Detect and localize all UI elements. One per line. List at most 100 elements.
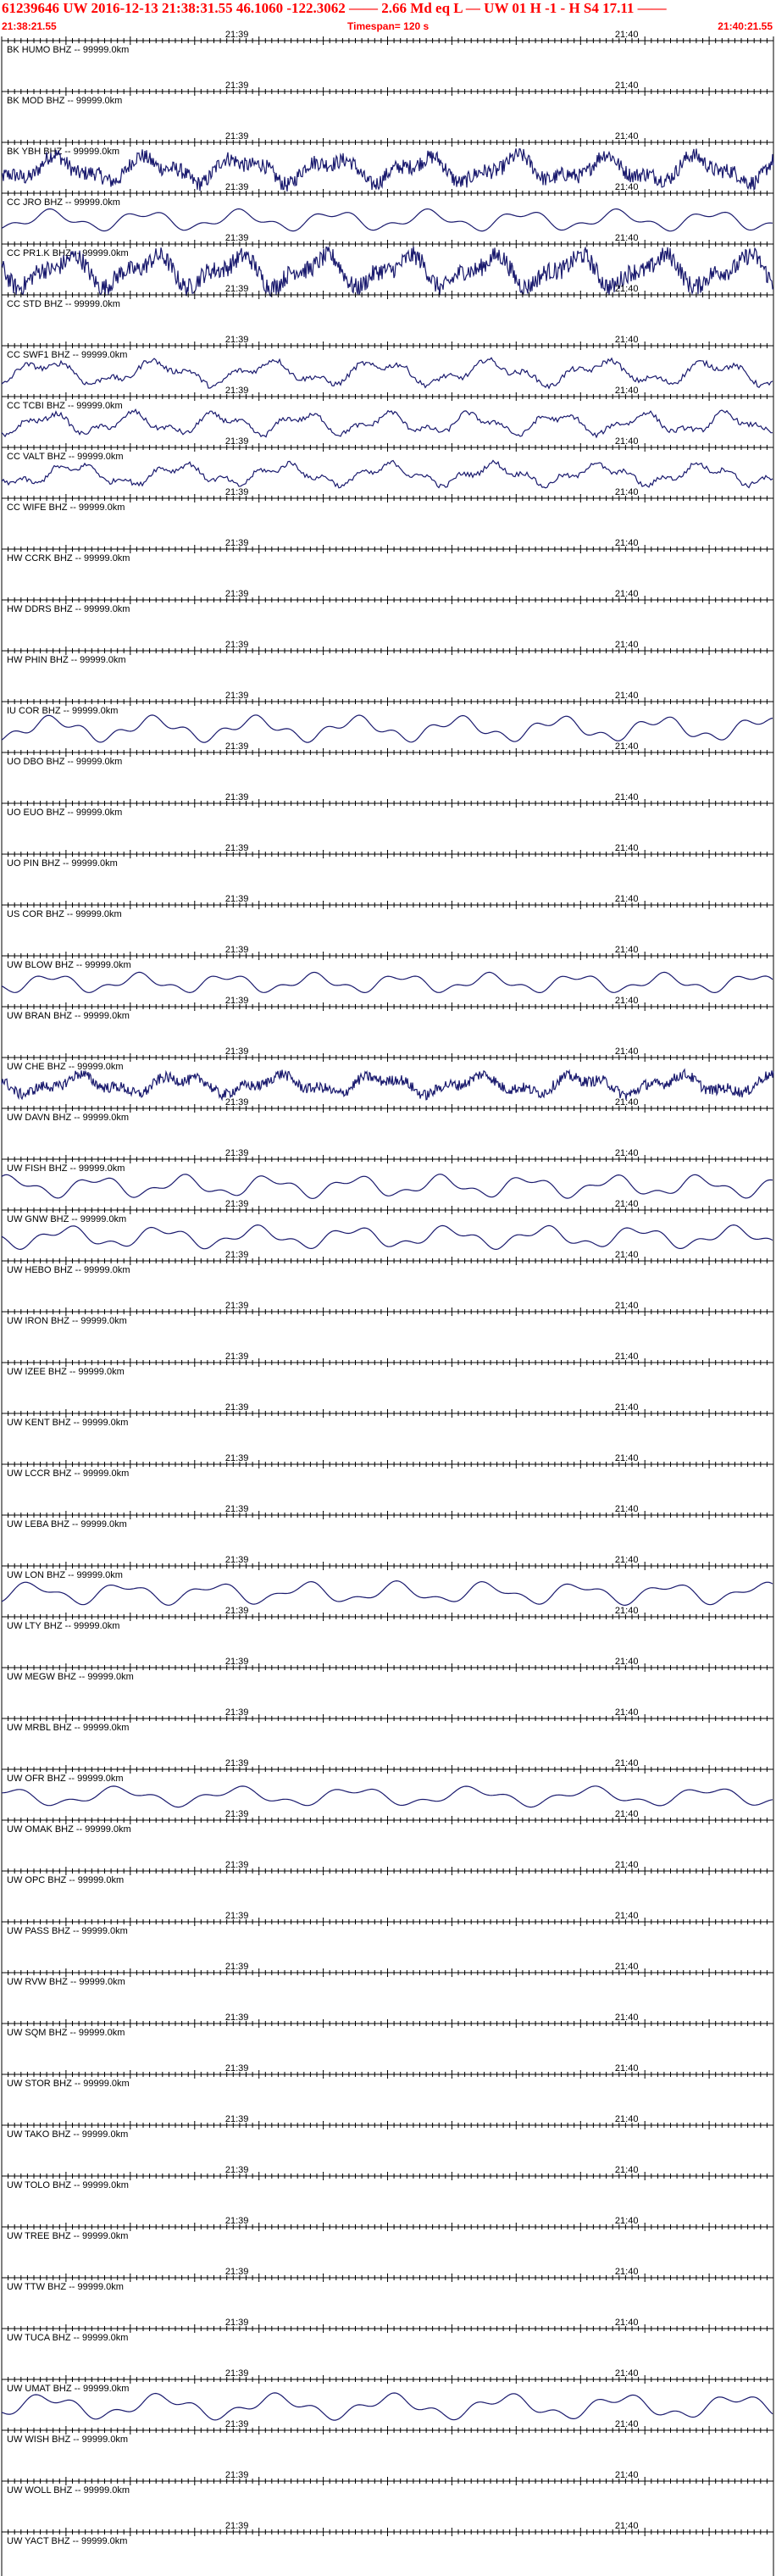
time-tick-label: 21:40	[615, 2419, 639, 2429]
row-ticks	[1, 240, 774, 248]
row-ticks	[1, 87, 774, 96]
time-tick-label: 21:40	[615, 30, 639, 40]
row-ticks	[1, 850, 774, 858]
time-tick-label: 21:40	[615, 1199, 639, 1209]
time-tick-label: 21:40	[615, 233, 639, 243]
time-tick-label: 21:39	[225, 843, 249, 853]
time-tick-label: 21:40	[615, 894, 639, 904]
row-ticks	[1, 1765, 774, 1774]
station-label: UW IRON BHZ -- 99999.0km	[7, 1316, 127, 1326]
time-tick-label: 21:39	[225, 131, 249, 142]
waveform-trace	[1, 2392, 773, 2421]
row-ticks	[1, 901, 774, 909]
time-tick-label: 21:40	[615, 182, 639, 192]
time-tick-label: 21:40	[615, 335, 639, 345]
waveform-trace	[1, 357, 773, 390]
row-ticks	[1, 291, 774, 299]
time-tick-label: 21:39	[225, 1199, 249, 1209]
seismogram-plot: 21:39 21:40 BK HUMO BHZ -- 99999.0km 21:39 2…	[1, 30, 774, 2576]
time-tick-label: 21:39	[225, 589, 249, 599]
row-ticks	[1, 1206, 774, 1214]
station-label: UW GNW BHZ -- 99999.0km	[7, 1214, 126, 1224]
time-tick-label: 21:39	[225, 1250, 249, 1260]
time-tick-label: 21:40	[615, 2012, 639, 2023]
row-ticks	[1, 1867, 774, 1875]
time-tick-label: 21:40	[615, 1352, 639, 1362]
station-label: UW TREE BHZ -- 99999.0km	[7, 2231, 128, 2241]
station-label: UW CHE BHZ -- 99999.0km	[7, 1062, 124, 1072]
time-tick-label: 21:39	[225, 2470, 249, 2480]
time-tick-label: 21:39	[225, 1097, 249, 1108]
time-tick-label: 21:39	[225, 80, 249, 91]
station-label: UW MRBL BHZ -- 99999.0km	[7, 1723, 129, 1733]
time-tick-label: 21:40	[615, 1453, 639, 1463]
row-ticks	[1, 748, 774, 757]
time-tick-label: 21:39	[225, 1555, 249, 1565]
station-label: CC STD BHZ -- 99999.0km	[7, 299, 120, 309]
time-tick-label: 21:39	[225, 1301, 249, 1311]
time-tick-label: 21:40	[615, 131, 639, 142]
time-tick-label: 21:39	[225, 1860, 249, 1870]
station-label: CC VALT BHZ -- 99999.0km	[7, 452, 124, 462]
station-label: US COR BHZ -- 99999.0km	[7, 909, 122, 919]
row-ticks	[1, 2528, 774, 2536]
time-tick-label: 21:39	[225, 436, 249, 447]
time-tick-label: 21:39	[225, 691, 249, 701]
station-label: UO EUO BHZ -- 99999.0km	[7, 808, 122, 818]
time-tick-label: 21:40	[615, 741, 639, 752]
time-tick-label: 21:40	[615, 436, 639, 447]
station-label: IU COR BHZ -- 99999.0km	[7, 706, 118, 716]
row-ticks	[1, 36, 774, 45]
time-tick-label: 21:40	[615, 2114, 639, 2124]
station-label: UW MEGW BHZ -- 99999.0km	[7, 1672, 134, 1682]
row-ticks	[1, 1562, 774, 1570]
row-ticks	[1, 2426, 774, 2434]
time-tick-label: 21:39	[225, 2063, 249, 2074]
row-ticks	[1, 1816, 774, 1824]
time-tick-label: 21:39	[225, 2114, 249, 2124]
time-tick-label: 21:40	[615, 691, 639, 701]
time-tick-label: 21:39	[225, 233, 249, 243]
station-label: UO DBO BHZ -- 99999.0km	[7, 757, 122, 767]
time-tick-label: 21:39	[225, 335, 249, 345]
waveform-trace	[1, 1068, 774, 1102]
time-tick-label: 21:39	[225, 1758, 249, 1768]
time-tick-label: 21:39	[225, 2216, 249, 2226]
station-label: UW DAVN BHZ -- 99999.0km	[7, 1113, 129, 1123]
station-label: UW BLOW BHZ -- 99999.0km	[7, 960, 131, 970]
time-tick-label: 21:40	[615, 945, 639, 955]
station-label: UW LCCR BHZ -- 99999.0km	[7, 1468, 129, 1479]
row-ticks	[1, 1918, 774, 1926]
row-ticks	[1, 1968, 774, 1977]
time-tick-label: 21:40	[615, 2165, 639, 2175]
station-label: CC JRO BHZ -- 99999.0km	[7, 197, 120, 208]
station-label: HW DDRS BHZ -- 99999.0km	[7, 604, 130, 614]
time-tick-label: 21:40	[615, 1758, 639, 1768]
time-tick-label: 21:39	[225, 30, 249, 40]
row-ticks	[1, 392, 774, 401]
row-ticks	[1, 1714, 774, 1723]
row-ticks	[1, 1155, 774, 1163]
time-tick-label: 21:39	[225, 640, 249, 650]
row-ticks	[1, 1511, 774, 1519]
time-tick-label: 21:39	[225, 284, 249, 294]
station-label: UW FISH BHZ -- 99999.0km	[7, 1163, 125, 1174]
time-tick-label: 21:39	[225, 1809, 249, 1819]
station-label: UW OMAK BHZ -- 99999.0km	[7, 1824, 131, 1835]
row-ticks	[1, 443, 774, 452]
time-tick-label: 21:40	[615, 2318, 639, 2328]
time-tick-label: 21:39	[225, 1911, 249, 1921]
waveform-trace	[1, 408, 773, 439]
time-tick-label: 21:40	[615, 2267, 639, 2277]
station-label: UW WISH BHZ -- 99999.0km	[7, 2434, 128, 2445]
time-tick-label: 21:40	[615, 1606, 639, 1616]
waveform-trace	[1, 1579, 773, 1607]
row-ticks	[1, 2273, 774, 2282]
row-ticks	[1, 2324, 774, 2333]
station-label: UO PIN BHZ -- 99999.0km	[7, 858, 118, 869]
station-label: CC TCBI BHZ -- 99999.0km	[7, 401, 123, 411]
station-label: UW TOLO BHZ -- 99999.0km	[7, 2180, 129, 2190]
station-label: UW TUCA BHZ -- 99999.0km	[7, 2333, 128, 2343]
row-ticks	[1, 1663, 774, 1672]
station-label: BK YBH BHZ -- 99999.0km	[7, 147, 119, 157]
